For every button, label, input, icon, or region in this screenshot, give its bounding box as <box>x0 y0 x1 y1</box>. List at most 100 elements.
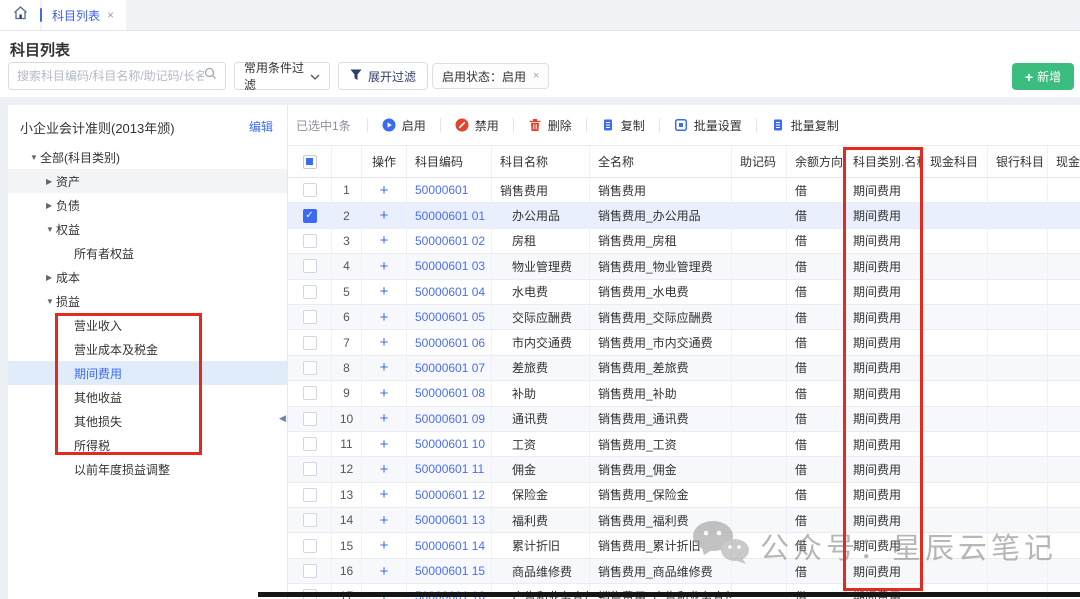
tag-close-icon[interactable]: × <box>533 70 539 82</box>
subject-code-link[interactable]: 50000601 14 <box>415 539 485 553</box>
subject-code-link[interactable]: 50000601 08 <box>415 386 485 400</box>
add-child-button[interactable]: + <box>380 538 389 553</box>
add-child-button[interactable]: + <box>380 487 389 502</box>
tree-item[interactable]: ▶负债 <box>8 193 287 217</box>
row-checkbox[interactable] <box>303 310 317 324</box>
subject-code-link[interactable]: 50000601 07 <box>415 361 485 375</box>
home-button[interactable] <box>0 0 40 30</box>
tab-subject-list[interactable]: 科目列表 × <box>42 0 126 30</box>
enable-button[interactable]: 启用 <box>382 117 426 134</box>
bank-subject-cell <box>988 508 1048 532</box>
tab-close-icon[interactable]: × <box>107 8 114 22</box>
add-child-button[interactable]: + <box>380 437 389 452</box>
add-child-button[interactable]: + <box>380 259 389 274</box>
copy-button[interactable]: 复制 <box>601 117 645 134</box>
expand-filter-button[interactable]: 展开过滤 <box>338 62 428 90</box>
add-child-button[interactable]: + <box>380 513 389 528</box>
row-operation-cell: + <box>362 559 407 583</box>
add-child-button[interactable]: + <box>380 233 389 248</box>
subject-code-link[interactable]: 50000601 09 <box>415 412 485 426</box>
tree-item[interactable]: 其他收益 <box>8 385 287 409</box>
row-checkbox[interactable] <box>303 488 317 502</box>
tree-item[interactable]: ▼全部(科目类别) <box>8 145 287 169</box>
subject-code-link[interactable]: 50000601 10 <box>415 437 485 451</box>
add-child-button[interactable]: + <box>380 183 389 198</box>
row-checkbox[interactable] <box>303 513 317 527</box>
subject-code-link[interactable]: 50000601 05 <box>415 310 485 324</box>
subject-code-link[interactable]: 50000601 06 <box>415 336 485 350</box>
subject-name: 补助 <box>500 385 536 402</box>
caret-right-icon[interactable]: ▶ <box>46 177 56 186</box>
select-all-checkbox[interactable] <box>303 155 317 169</box>
row-checkbox[interactable] <box>303 183 317 197</box>
row-checkbox[interactable] <box>303 259 317 273</box>
add-child-button[interactable]: + <box>380 284 389 299</box>
subject-code-link[interactable]: 50000601 13 <box>415 513 485 527</box>
tree-item[interactable]: 以前年度损益调整 <box>8 457 287 481</box>
add-child-button[interactable]: + <box>380 386 389 401</box>
row-checkbox[interactable]: ✓ <box>303 209 317 223</box>
add-child-button[interactable]: + <box>380 564 389 579</box>
collapse-left-icon[interactable]: ◀ <box>279 414 286 423</box>
delete-button[interactable]: 删除 <box>528 117 572 134</box>
preset-filter-dropdown[interactable]: 常用条件过滤 <box>234 62 330 90</box>
row-checkbox[interactable] <box>303 361 317 375</box>
add-button[interactable]: + 新增 <box>1012 63 1074 90</box>
caret-down-icon[interactable]: ▼ <box>46 297 56 306</box>
edit-link[interactable]: 编辑 <box>249 118 273 135</box>
row-checkbox[interactable] <box>303 386 317 400</box>
row-checkbox-cell <box>288 305 332 329</box>
subject-name-cell: 房租 <box>492 229 590 253</box>
row-checkbox[interactable] <box>303 336 317 350</box>
tree-item-label: 资产 <box>56 173 80 190</box>
subject-code-link[interactable]: 50000601 01 <box>415 209 485 223</box>
add-child-button[interactable]: + <box>380 335 389 350</box>
subject-code-link[interactable]: 50000601 04 <box>415 285 485 299</box>
tree-item-label: 其他损失 <box>74 413 122 430</box>
tab-label: 科目列表 <box>52 7 100 24</box>
app: { "tabbar": { "tab": "科目列表", "close": "×… <box>0 0 1080 599</box>
tree-item[interactable]: ▼损益 <box>8 289 287 313</box>
subject-name: 佣金 <box>500 461 536 478</box>
add-child-button[interactable]: + <box>380 411 389 426</box>
bottom-scrollbar[interactable] <box>258 592 1080 597</box>
table-row: 13+50000601 12保险金销售费用_保险金借期间费用 <box>288 483 1080 508</box>
mnemonic-cell <box>732 305 787 329</box>
row-checkbox[interactable] <box>303 539 317 553</box>
tree-item[interactable]: 期间费用 <box>8 361 287 385</box>
row-checkbox[interactable] <box>303 285 317 299</box>
row-checkbox[interactable] <box>303 564 317 578</box>
caret-down-icon[interactable]: ▼ <box>30 153 40 162</box>
row-number: 14 <box>332 508 362 532</box>
search-input[interactable] <box>17 69 204 83</box>
tree-item[interactable]: 所有者权益 <box>8 241 287 265</box>
add-child-button[interactable]: + <box>380 462 389 477</box>
batch-copy-button[interactable]: 批量复制 <box>771 117 839 134</box>
caret-right-icon[interactable]: ▶ <box>46 201 56 210</box>
search-icon[interactable] <box>204 67 217 85</box>
tree-item[interactable]: 营业成本及税金 <box>8 337 287 361</box>
caret-down-icon[interactable]: ▼ <box>46 225 56 234</box>
row-checkbox[interactable] <box>303 234 317 248</box>
tree-item[interactable]: ▶资产 <box>8 169 287 193</box>
tree-item[interactable]: ▶成本 <box>8 265 287 289</box>
tree-item[interactable]: 其他损失 <box>8 409 287 433</box>
tree-item[interactable]: 营业收入 <box>8 313 287 337</box>
row-checkbox[interactable] <box>303 462 317 476</box>
caret-right-icon[interactable]: ▶ <box>46 273 56 282</box>
disable-button[interactable]: 禁用 <box>455 117 499 134</box>
add-child-button[interactable]: + <box>380 360 389 375</box>
subject-code-link[interactable]: 50000601 02 <box>415 234 485 248</box>
row-checkbox[interactable] <box>303 412 317 426</box>
tree-item[interactable]: 所得税 <box>8 433 287 457</box>
add-child-button[interactable]: + <box>380 310 389 325</box>
subject-code-link[interactable]: 50000601 15 <box>415 564 485 578</box>
batch-settings-button[interactable]: 批量设置 <box>674 117 742 134</box>
subject-code-link[interactable]: 50000601 12 <box>415 488 485 502</box>
subject-code-link[interactable]: 50000601 11 <box>415 462 484 476</box>
subject-code-link[interactable]: 50000601 03 <box>415 259 485 273</box>
subject-code-link[interactable]: 50000601 <box>415 183 468 197</box>
tree-item[interactable]: ▼权益 <box>8 217 287 241</box>
add-child-button[interactable]: + <box>380 208 389 223</box>
row-checkbox[interactable] <box>303 437 317 451</box>
